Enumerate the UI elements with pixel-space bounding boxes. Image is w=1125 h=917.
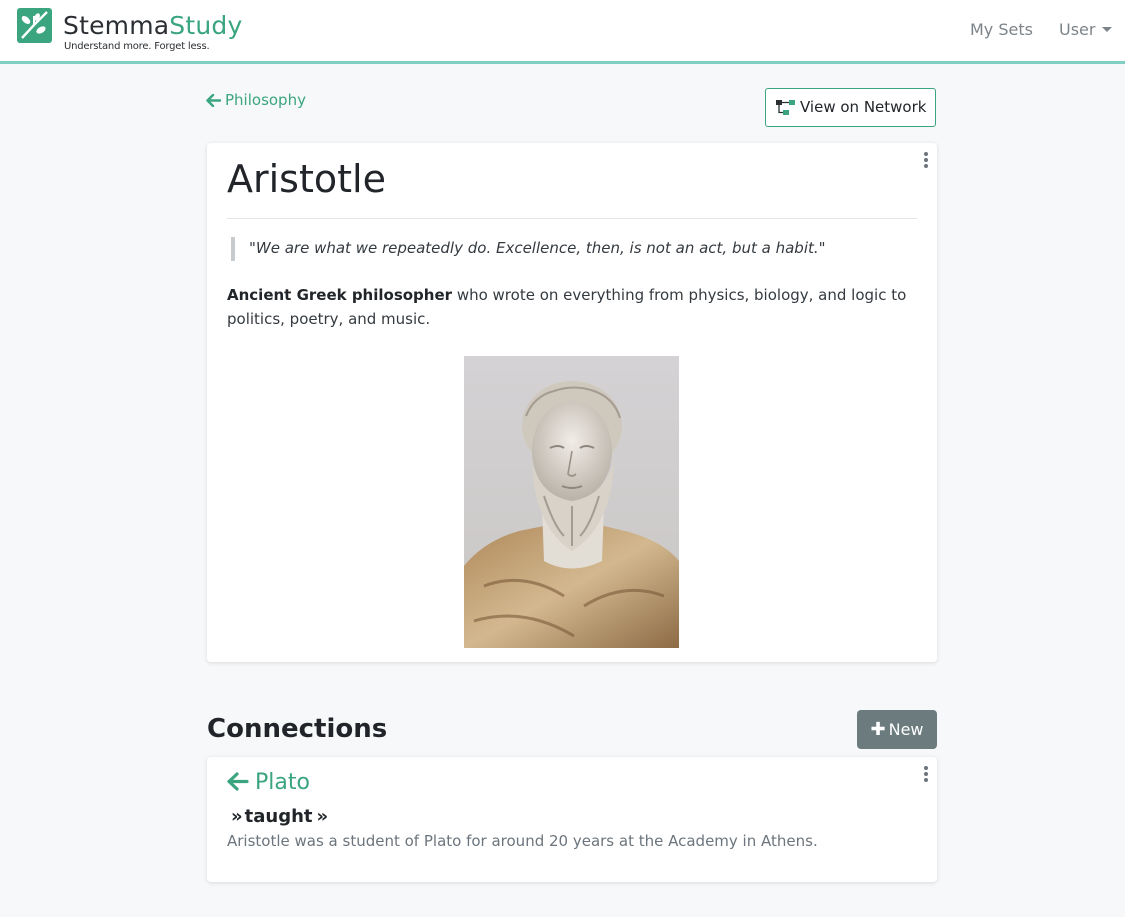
connection-target-link[interactable]: Plato xyxy=(227,769,310,797)
view-on-network-label: View on Network xyxy=(800,98,927,116)
top-navbar: StemmaStudy Understand more. Forget less… xyxy=(0,0,1125,64)
entry-description: Ancient Greek philosopher who wrote on e… xyxy=(227,283,917,331)
user-menu-label: User xyxy=(1059,20,1096,39)
stemma-logo-icon[interactable] xyxy=(17,8,52,43)
caret-down-icon xyxy=(1102,27,1113,32)
nav-my-sets-link[interactable]: My Sets xyxy=(970,20,1033,40)
entry-card: Aristotle "We are what we repeatedly do.… xyxy=(207,143,937,662)
user-menu-dropdown[interactable]: User xyxy=(1059,20,1113,40)
brand-name-second: Study xyxy=(169,11,243,40)
plus-icon: ✚ xyxy=(870,719,886,740)
new-connection-button[interactable]: ✚ New xyxy=(857,710,937,749)
entry-quote: "We are what we repeatedly do. Excellenc… xyxy=(231,237,826,261)
brand-name-first: Stemma xyxy=(63,11,170,40)
more-options-icon[interactable] xyxy=(923,766,929,784)
connection-relation-label: taught xyxy=(244,806,313,827)
entry-description-bold: Ancient Greek philosopher xyxy=(227,286,453,304)
more-options-icon[interactable] xyxy=(923,152,929,170)
double-chevron-right-icon: » xyxy=(316,806,329,827)
connection-target-name: Plato xyxy=(255,770,310,795)
brand-name[interactable]: StemmaStudy xyxy=(63,11,242,41)
new-connection-label: New xyxy=(888,720,924,739)
network-icon xyxy=(776,100,795,115)
aristotle-bust-image xyxy=(464,356,679,648)
title-divider xyxy=(227,218,917,219)
double-chevron-right-icon: » xyxy=(231,806,243,827)
entry-title: Aristotle xyxy=(227,157,386,201)
arrow-left-icon xyxy=(206,93,222,108)
connections-heading: Connections xyxy=(207,714,388,744)
connection-relation: » taught» xyxy=(227,805,330,829)
brand-tagline: Understand more. Forget less. xyxy=(64,41,210,52)
view-on-network-button[interactable]: View on Network xyxy=(765,88,936,127)
connection-description: Aristotle was a student of Plato for aro… xyxy=(227,832,818,850)
back-link-label: Philosophy xyxy=(225,91,306,109)
connection-card: Plato » taught» Aristotle was a student o… xyxy=(207,757,937,882)
back-to-philosophy-link[interactable]: Philosophy xyxy=(206,90,306,110)
arrow-left-icon xyxy=(227,772,249,791)
